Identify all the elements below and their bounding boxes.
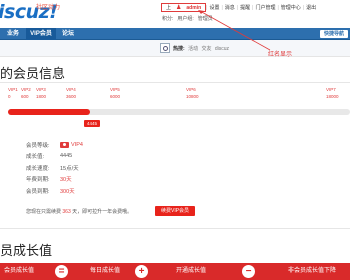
info-row-annual-expiry: 年费到期: 30天	[26, 174, 83, 186]
user-badge-prefix: 上	[166, 5, 172, 11]
tab-forum[interactable]: 论坛	[56, 28, 80, 40]
user-icon: ♟	[176, 5, 182, 11]
formula-daily-growth: 每日成长值	[90, 268, 121, 274]
hot-search-label: 热搜:	[173, 46, 185, 52]
info-row-level: 会员等级: VIP4	[26, 139, 83, 151]
tab-vip[interactable]: VIP会员	[26, 28, 56, 40]
info-row-member-expiry: 会员到期: 300天	[26, 185, 83, 197]
member-info-title: 的会员信息	[0, 66, 66, 81]
level-item: VIP6 10800	[186, 87, 199, 99]
hot-keyword[interactable]: 活动	[186, 46, 198, 52]
credits-link[interactable]: 积分:	[160, 15, 175, 22]
info-value: VIP4	[71, 141, 83, 148]
level-item: VIP2 600	[21, 87, 31, 99]
topnav-admin-center[interactable]: 管理中心	[279, 4, 303, 11]
level-value: 10800	[186, 94, 199, 99]
hot-keyword[interactable]: discuz	[213, 46, 229, 52]
top-bar: iscuz! 社区动力 上 ♟ admin | 设置 | 消息 | 提醒 | 门…	[0, 0, 350, 30]
info-key: 会员到期:	[26, 188, 50, 195]
search-icon[interactable]	[160, 43, 170, 53]
info-key: 年费到期:	[26, 177, 50, 184]
renew-hint-prefix: 您现在只需续费	[26, 209, 62, 215]
info-key: 会员等级:	[26, 142, 50, 149]
vip-levels: VIP1 0 VIP2 600 VIP3 1800 VIP4 3600 VIP5 6000…	[0, 87, 350, 103]
level-name: VIP5	[110, 87, 120, 92]
topnav-settings[interactable]: 设置	[207, 4, 221, 11]
info-value: 30天	[60, 177, 72, 184]
growth-progress-fill	[8, 109, 91, 115]
renew-vip-button[interactable]: 续费VIP会员	[155, 206, 196, 216]
growth-value-title: 员成长值	[0, 243, 53, 258]
level-item: VIP4 3600	[66, 87, 76, 99]
formula-member-growth: 会员成长值	[4, 268, 35, 274]
equals-icon: =	[55, 265, 68, 278]
info-row-growth: 成长值: 4445	[26, 151, 83, 163]
level-value: 600	[21, 94, 29, 99]
topnav-logout[interactable]: 退出	[304, 4, 318, 11]
formula-open-growth: 开通成长值	[176, 268, 207, 274]
info-key: 成长速度:	[26, 165, 50, 172]
level-name: VIP2	[21, 87, 31, 92]
level-value: 18000	[326, 94, 339, 99]
user-badge[interactable]: 上 ♟ admin	[161, 3, 207, 12]
info-value: 4445	[60, 153, 73, 160]
renew-hint-suffix: 天，即可拉升一年会费哦。	[72, 209, 133, 215]
level-item: VIP7 18000	[326, 87, 339, 99]
growth-progress-tag: 4445	[84, 120, 101, 127]
level-value: 3600	[66, 94, 77, 99]
info-row-speed: 成长速度: 15点/天	[26, 162, 83, 174]
level-value: 6000	[110, 94, 121, 99]
annotation-text: 红名显示	[268, 52, 293, 58]
divider	[0, 228, 350, 229]
plus-icon: +	[135, 265, 148, 278]
member-info-list: 会员等级: VIP4 成长值: 4445 成长速度: 15点/天 年费到期: 3…	[26, 139, 83, 197]
level-value: 0	[8, 94, 11, 99]
renew-days: 363	[62, 209, 71, 215]
level-value: 1800	[36, 94, 47, 99]
level-name: VIP3	[36, 87, 46, 92]
hot-search: 热搜: 活动 交友 discuz	[173, 45, 229, 52]
renew-hint: 您现在只需续费 363 天，即可拉升一年会费哦。	[26, 208, 132, 215]
info-key: 成长值:	[26, 154, 45, 161]
top-nav: 上 ♟ admin | 设置 | 消息 | 提醒 | 门户管理 | 管理中心 |…	[161, 3, 318, 12]
hot-keyword[interactable]: 交友	[199, 46, 211, 52]
level-name: VIP7	[326, 87, 336, 92]
growth-formula-bar: 会员成长值 = 每日成长值 + 开通成长值 − 非会员成长值下降	[0, 263, 350, 280]
tab-business[interactable]: 业务	[0, 28, 26, 40]
quick-nav-button[interactable]: 快捷导航	[319, 30, 348, 38]
level-name: VIP4	[66, 87, 76, 92]
minus-icon: −	[242, 265, 255, 278]
info-value: 15点/天	[60, 165, 79, 172]
logo-subtext: 社区动力	[36, 5, 61, 11]
divider	[0, 82, 350, 83]
usergroup-label: 用户组:	[177, 16, 194, 22]
level-item: VIP1 0	[8, 87, 18, 99]
topnav-messages[interactable]: 消息	[223, 4, 237, 11]
topnav-notifications[interactable]: 提醒	[238, 4, 252, 11]
level-name: VIP1	[8, 87, 18, 92]
main-nav: 业务 VIP会员 论坛 快捷导航	[0, 28, 350, 40]
info-value: 300天	[60, 188, 75, 195]
formula-nonmember-decline: 非会员成长值下降	[288, 268, 337, 274]
user-info-row: 积分: 用户组: 管理员	[160, 15, 215, 22]
level-item: VIP3 1800	[36, 87, 46, 99]
level-item: VIP5 6000	[110, 87, 120, 99]
username-link[interactable]: admin	[184, 5, 203, 11]
topnav-portal-admin[interactable]: 门户管理	[253, 4, 277, 11]
usergroup-value[interactable]: 管理员	[196, 15, 215, 22]
level-name: VIP6	[186, 87, 196, 92]
growth-progress-track	[8, 109, 350, 115]
search-row: 热搜: 活动 交友 discuz	[0, 40, 350, 57]
vip-badge-icon	[60, 141, 69, 148]
